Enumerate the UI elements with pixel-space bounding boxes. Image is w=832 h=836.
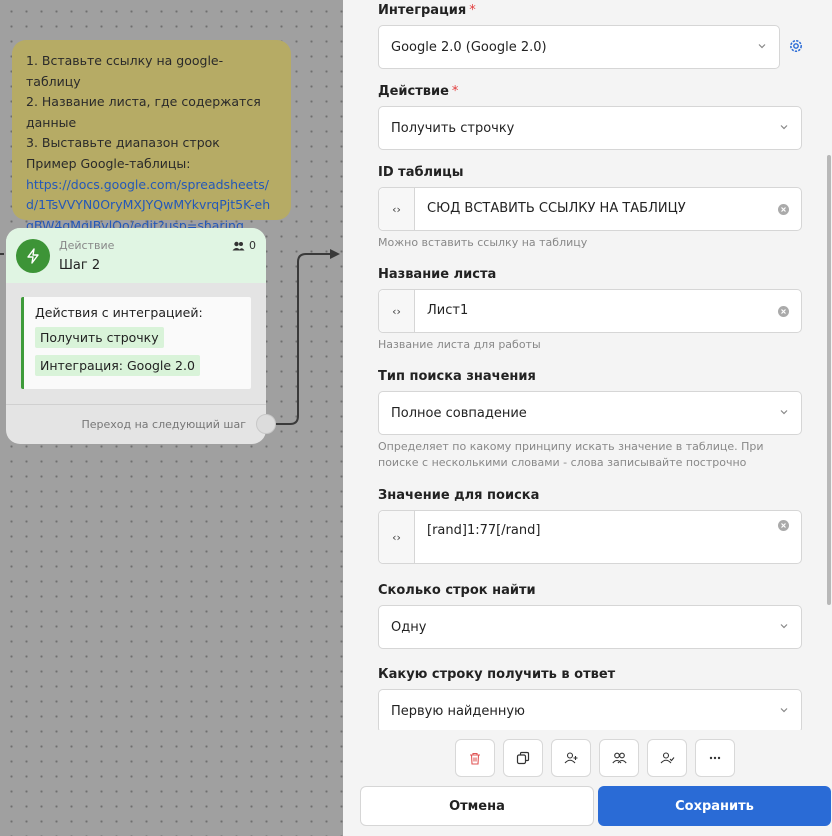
clear-icon[interactable] bbox=[778, 204, 789, 215]
more-icon bbox=[709, 756, 721, 760]
clear-icon[interactable] bbox=[778, 520, 789, 531]
panel-scrollbar-thumb[interactable] bbox=[827, 155, 831, 605]
node-action-card[interactable]: Действия с интеграцией: Получить строчку… bbox=[21, 297, 251, 389]
node-card-title: Действия с интеграцией: bbox=[35, 305, 203, 320]
copy-button[interactable] bbox=[503, 739, 543, 777]
gear-icon[interactable] bbox=[788, 38, 804, 54]
node-type: Действие bbox=[59, 239, 115, 252]
table-id-hint: Можно вставить ссылку на таблицу bbox=[378, 236, 588, 249]
chevron-down-icon bbox=[780, 410, 788, 415]
action-value: Получить строчку bbox=[391, 120, 515, 136]
action-select[interactable]: Получить строчку bbox=[378, 106, 802, 150]
delete-button[interactable] bbox=[455, 739, 495, 777]
node-count-value: 0 bbox=[249, 239, 256, 252]
node-header[interactable]: Действие Шаг 2 0 bbox=[6, 228, 266, 283]
sheet-name-label: Название листа bbox=[378, 267, 497, 282]
integration-value: Google 2.0 (Google 2.0) bbox=[391, 39, 547, 55]
chevron-down-icon bbox=[758, 44, 766, 49]
node-chip-action: Получить строчку bbox=[35, 327, 164, 348]
node-output-port[interactable] bbox=[256, 414, 276, 434]
row-pick-label: Какую строку получить в ответ bbox=[378, 667, 616, 682]
users-button[interactable] bbox=[599, 739, 639, 777]
chevron-down-icon bbox=[780, 125, 788, 130]
row-count-value: Одну bbox=[391, 619, 427, 635]
trash-icon bbox=[470, 752, 480, 765]
row-pick-select[interactable]: Первую найденную bbox=[378, 689, 802, 730]
panel-scroll-area[interactable]: Интеграция * Google 2.0 (Google 2.0) Дейс… bbox=[343, 0, 832, 730]
sheet-name-input[interactable]: ‹› Лист1 bbox=[378, 289, 802, 333]
save-button[interactable]: Сохранить bbox=[598, 786, 831, 826]
node-subscriber-count: 0 bbox=[232, 239, 256, 252]
code-icon[interactable]: ‹› bbox=[379, 511, 415, 563]
node-chip-integration: Интеграция: Google 2.0 bbox=[35, 355, 200, 376]
row-count-label: Сколько строк найти bbox=[378, 583, 536, 598]
chevron-down-icon bbox=[780, 708, 788, 713]
search-type-select[interactable]: Полное совпадение bbox=[378, 391, 802, 435]
table-id-value: СЮД ВСТАВИТЬ ССЫЛКУ НА ТАБЛИЦУ bbox=[427, 201, 686, 216]
clear-icon[interactable] bbox=[778, 306, 789, 317]
node-title: Шаг 2 bbox=[59, 258, 101, 273]
node-next-step-label: Переход на следующий шаг bbox=[6, 404, 266, 444]
sheet-name-hint: Название листа для работы bbox=[378, 338, 541, 351]
search-type-label: Тип поиска значения bbox=[378, 369, 536, 384]
row-pick-value: Первую найденную bbox=[391, 703, 525, 719]
users-icon bbox=[232, 241, 245, 250]
search-value-text: [rand]1:77[/rand] bbox=[427, 523, 541, 538]
add-user-button[interactable] bbox=[551, 739, 591, 777]
more-button[interactable] bbox=[695, 739, 735, 777]
action-label: Действие * bbox=[378, 84, 459, 99]
users-icon bbox=[611, 752, 627, 764]
user-check-icon bbox=[660, 752, 674, 764]
row-count-select[interactable]: Одну bbox=[378, 605, 802, 649]
flow-canvas[interactable]: 1. Вставьте ссылку на google-таблицу 2. … bbox=[0, 0, 343, 836]
node-toolbar bbox=[455, 739, 735, 777]
copy-icon bbox=[516, 751, 530, 765]
cancel-button[interactable]: Отмена bbox=[360, 786, 594, 826]
table-id-input[interactable]: ‹› СЮД ВСТАВИТЬ ССЫЛКУ НА ТАБЛИЦУ bbox=[378, 187, 802, 231]
user-check-button[interactable] bbox=[647, 739, 687, 777]
table-id-label: ID таблицы bbox=[378, 165, 464, 180]
search-type-hint: Определяет по какому принципу искать зна… bbox=[378, 440, 764, 469]
flow-node-step-2[interactable]: Действие Шаг 2 0 Действия с интеграцией:… bbox=[6, 228, 276, 444]
chevron-down-icon bbox=[780, 624, 788, 629]
lightning-icon bbox=[16, 239, 50, 273]
sheet-name-value: Лист1 bbox=[427, 303, 469, 318]
user-add-icon bbox=[564, 752, 577, 764]
search-type-value: Полное совпадение bbox=[391, 405, 527, 421]
integration-label: Интеграция * bbox=[378, 3, 476, 18]
integration-select[interactable]: Google 2.0 (Google 2.0) bbox=[378, 25, 780, 69]
search-value-textarea[interactable]: ‹› [rand]1:77[/rand] bbox=[378, 510, 802, 564]
code-icon[interactable]: ‹› bbox=[379, 290, 415, 332]
code-icon[interactable]: ‹› bbox=[379, 188, 415, 230]
search-value-label: Значение для поиска bbox=[378, 488, 540, 503]
settings-panel: Интеграция * Google 2.0 (Google 2.0) Дейс… bbox=[343, 0, 832, 836]
